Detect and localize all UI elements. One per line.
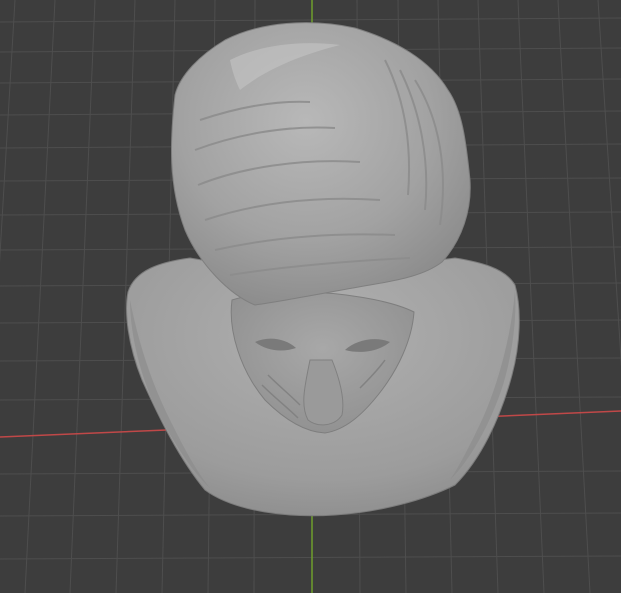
3d-viewport[interactable] [0,0,621,593]
viewport-canvas[interactable] [0,0,621,593]
sculpt-bust-mesh[interactable] [126,22,520,517]
